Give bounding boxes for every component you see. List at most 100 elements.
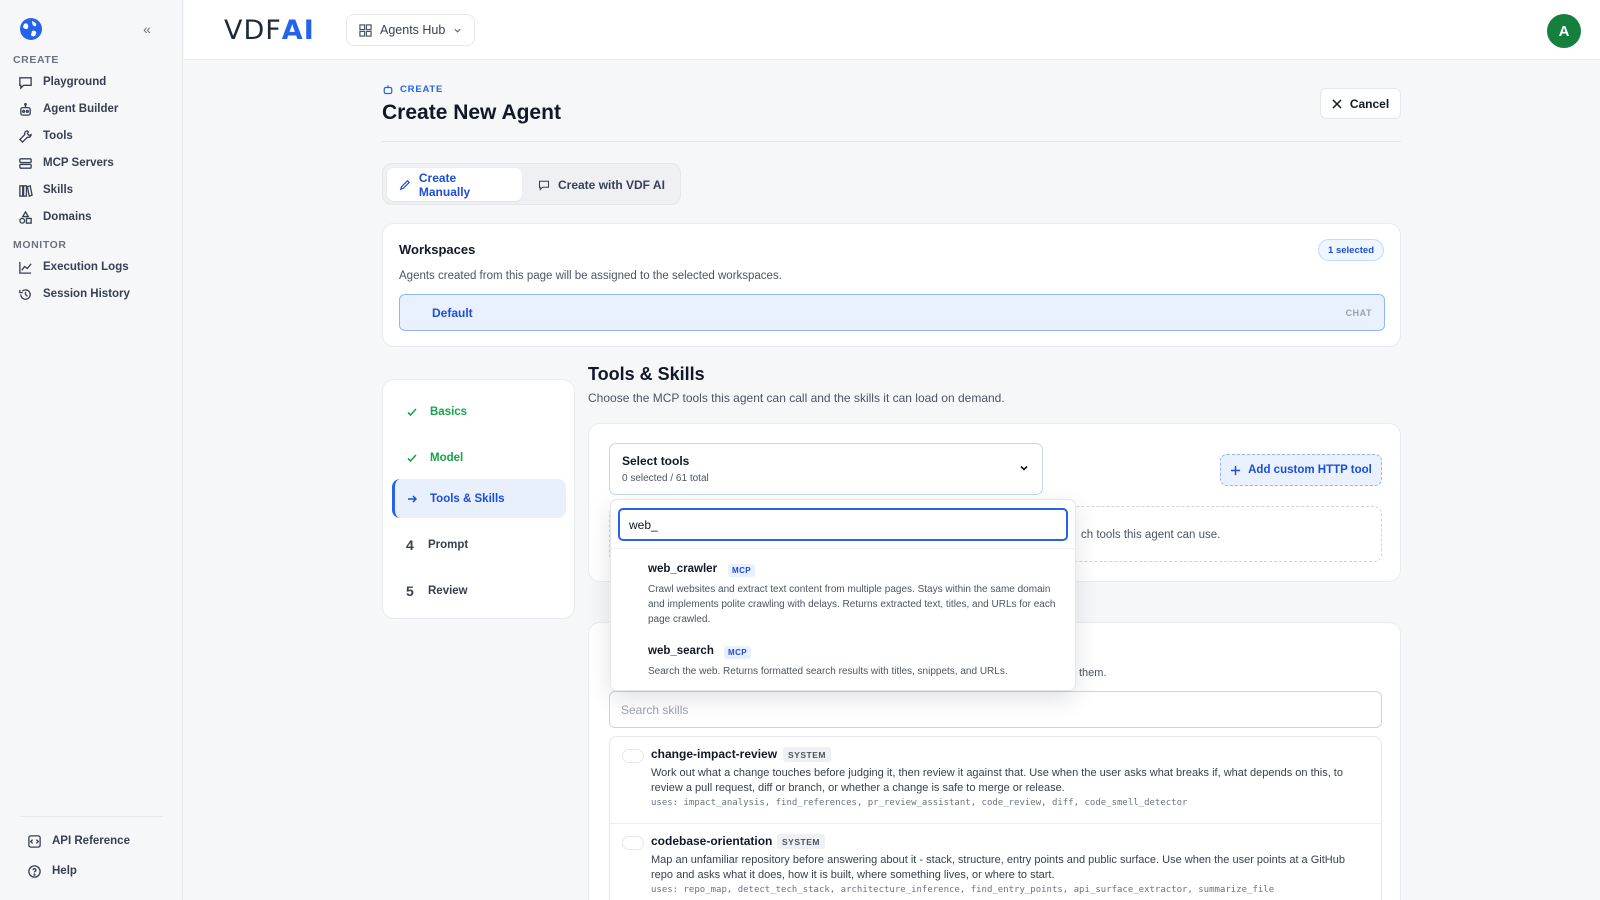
- wrench-icon: [18, 129, 32, 143]
- tab-label: Create Manually: [418, 170, 471, 199]
- sidebar-item-label: Tools: [43, 130, 73, 142]
- sidebar-item-help[interactable]: Help: [22, 859, 182, 883]
- sidebar-item-playground[interactable]: Playground: [13, 70, 173, 94]
- step-prompt[interactable]: 4 Prompt: [392, 525, 566, 564]
- sidebar-item-label: API Reference: [52, 835, 130, 847]
- skill-description: Map an unfamiliar repository before answ…: [651, 854, 1345, 881]
- sidebar: « CREATE Playground Agent Builder Tools …: [0, 0, 183, 900]
- sidebar-item-tools[interactable]: Tools: [13, 124, 173, 148]
- step-label: Tools & Skills: [430, 492, 505, 505]
- skill-tag: SYSTEM: [777, 834, 825, 849]
- add-custom-http-tool-button[interactable]: Add custom HTTP tool: [1220, 454, 1382, 486]
- page-eyebrow: CREATE: [382, 83, 443, 95]
- chevron-down-icon: [454, 28, 461, 33]
- tools-select-count: 0 selected / 61 total: [622, 473, 709, 484]
- sidebar-item-domains[interactable]: Domains: [13, 205, 173, 229]
- tools-section-title: Tools & Skills: [588, 364, 705, 384]
- tools-search-input[interactable]: [620, 510, 1066, 539]
- step-tools-skills[interactable]: Tools & Skills: [392, 479, 566, 518]
- sidebar-item-mcp-servers[interactable]: MCP Servers: [13, 151, 173, 175]
- skill-tag: SYSTEM: [783, 747, 831, 762]
- sidebar-item-label: Agent Builder: [43, 103, 119, 115]
- logo-globe-icon[interactable]: [19, 17, 43, 41]
- skill-description: Work out what a change touches before ju…: [651, 767, 1343, 794]
- workspace-type-tag: CHAT: [1345, 308, 1372, 318]
- workspaces-title: Workspaces: [399, 242, 476, 257]
- tools-select[interactable]: Select tools 0 selected / 61 total: [609, 443, 1043, 495]
- tools-search[interactable]: [618, 508, 1068, 541]
- skill-divider: [610, 823, 1381, 824]
- close-icon: [1332, 98, 1342, 109]
- chevron-down-icon: [1020, 465, 1028, 471]
- step-label: Model: [430, 451, 464, 464]
- skills-list: change-impact-review SYSTEM Work out wha…: [609, 736, 1382, 900]
- step-review[interactable]: 5 Review: [392, 571, 566, 610]
- robot-icon: [20, 102, 31, 116]
- user-avatar[interactable]: A: [1547, 14, 1581, 48]
- sidebar-item-label: Help: [52, 865, 77, 877]
- tab-label: Create with VDF AI: [558, 177, 665, 192]
- skill-uses: uses: impact_analysis, find_references, …: [651, 798, 1188, 808]
- cancel-button[interactable]: Cancel: [1320, 88, 1401, 119]
- collapse-sidebar-icon[interactable]: «: [138, 20, 156, 38]
- tool-description: Search the web. Returns formatted search…: [648, 666, 1008, 677]
- sidebar-item-agent-builder[interactable]: Agent Builder: [13, 97, 173, 121]
- eyebrow-label: CREATE: [400, 83, 444, 95]
- sidebar-item-label: Skills: [43, 184, 74, 196]
- sidebar-item-label: Execution Logs: [43, 261, 129, 273]
- code-box-icon: [28, 834, 41, 848]
- arrow-right-icon: [408, 494, 418, 503]
- tab-create-manually[interactable]: Create Manually: [387, 168, 522, 201]
- step-number: 5: [406, 582, 414, 599]
- step-label: Basics: [430, 405, 468, 418]
- tool-option-web-crawler[interactable]: web_crawler MCP Crawl websites and extra…: [611, 563, 1077, 627]
- workspace-option-default[interactable]: Default CHAT: [399, 294, 1385, 331]
- shapes-icon: [19, 210, 32, 224]
- grid-icon: [359, 23, 372, 37]
- header-divider: [382, 141, 1401, 142]
- workspace-name: Default: [432, 306, 473, 320]
- agents-hub-switcher[interactable]: Agents Hub: [346, 14, 475, 46]
- robot-icon: [383, 85, 393, 95]
- top-bar: VDF AI Agents Hub: [184, 0, 1600, 60]
- page-title: Create New Agent: [382, 101, 561, 124]
- sidebar-item-api-reference[interactable]: API Reference: [22, 829, 182, 853]
- skill-name: change-impact-review: [651, 747, 778, 761]
- step-model[interactable]: Model: [392, 438, 566, 477]
- skills-search-input[interactable]: [610, 692, 1381, 727]
- skill-toggle[interactable]: [622, 836, 644, 850]
- step-label: Review: [428, 584, 468, 597]
- tool-tag: MCP: [724, 646, 751, 659]
- tab-create-with-ai[interactable]: Create with VDF AI: [526, 168, 677, 201]
- step-basics[interactable]: Basics: [392, 392, 566, 431]
- help-circle-icon: [28, 864, 41, 878]
- pencil-icon: [399, 179, 411, 190]
- step-label: Prompt: [428, 538, 469, 551]
- skills-description: them.: [1079, 667, 1107, 679]
- tool-name: web_search: [648, 645, 714, 657]
- tool-option-web-search[interactable]: web_search MCP Search the web. Returns f…: [611, 645, 1077, 681]
- brand-accent-text: AI: [281, 14, 315, 46]
- tool-tag: MCP: [728, 564, 755, 577]
- chart-line-icon: [19, 261, 32, 274]
- sidebar-item-execution-logs[interactable]: Execution Logs: [13, 255, 173, 279]
- workspaces-description: Agents created from this page will be as…: [399, 270, 782, 282]
- brand-logo[interactable]: VDF AI: [224, 14, 315, 46]
- check-icon: [407, 453, 417, 462]
- tools-dropdown: web_crawler MCP Crawl websites and extra…: [610, 499, 1077, 691]
- step-number: 4: [406, 536, 414, 553]
- wizard-steps: Basics Model Tools & Skills 4 Prompt 5 R…: [382, 379, 575, 619]
- skills-search[interactable]: [609, 691, 1382, 728]
- chat-bubble-icon: [19, 76, 32, 90]
- skill-uses: uses: repo_map, detect_tech_stack, archi…: [651, 885, 1275, 895]
- hub-label: Agents Hub: [380, 23, 446, 37]
- skill-name: codebase-orientation: [651, 834, 773, 848]
- sidebar-divider: [20, 816, 163, 817]
- sidebar-item-label: Domains: [43, 211, 92, 223]
- server-icon: [19, 157, 32, 169]
- sidebar-item-skills[interactable]: Skills: [13, 178, 173, 202]
- sidebar-item-label: MCP Servers: [43, 157, 114, 169]
- skill-toggle[interactable]: [622, 749, 644, 763]
- sidebar-item-session-history[interactable]: Session History: [13, 282, 173, 306]
- workspaces-selected-badge: 1 selected: [1318, 239, 1384, 261]
